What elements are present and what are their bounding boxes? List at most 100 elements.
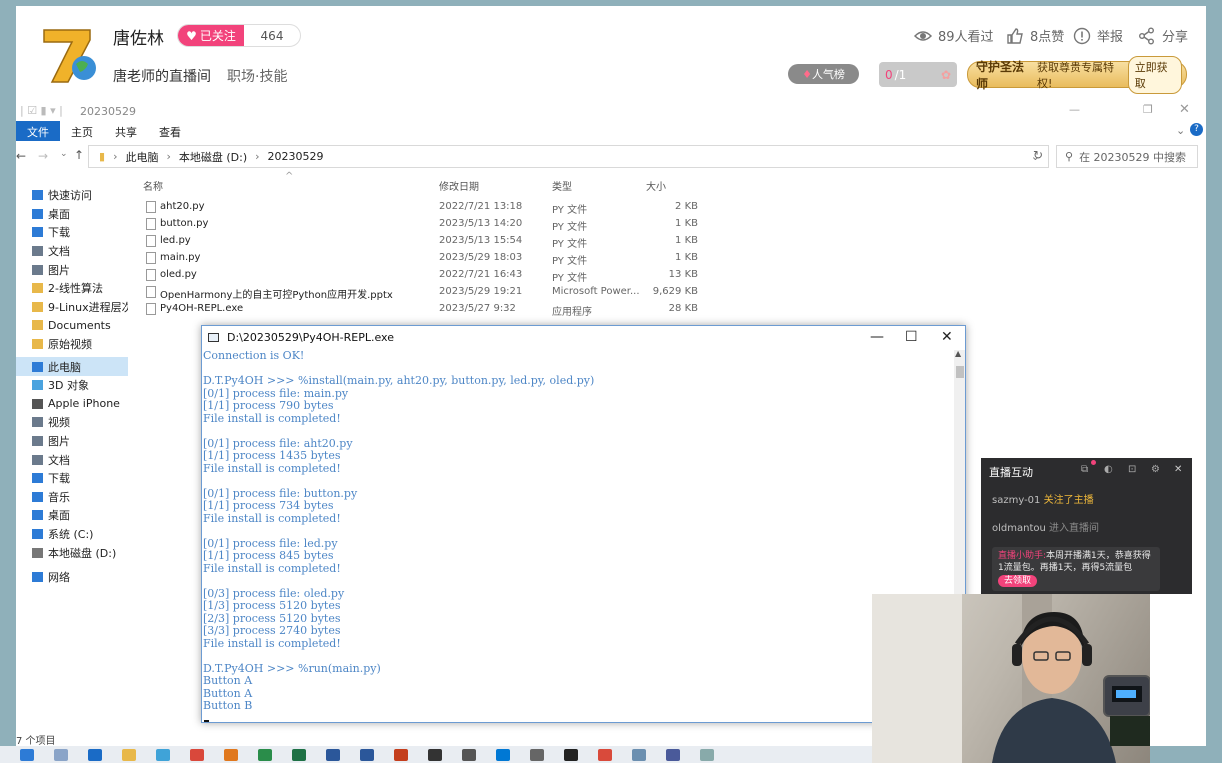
lock-icon[interactable]: ⊡ <box>1128 464 1136 475</box>
sidebar-item[interactable]: 原始视频 <box>16 335 128 354</box>
help-icon[interactable]: ? <box>1190 123 1203 136</box>
word-icon[interactable] <box>326 748 340 761</box>
quick-access-toolbar[interactable]: | ☑ ▮ ▾ | <box>20 104 63 117</box>
breadcrumb-drive[interactable]: 本地磁盘 (D:) <box>179 149 247 165</box>
close-button[interactable]: ✕ <box>1179 102 1190 117</box>
document-icon <box>32 454 43 465</box>
up-icon[interactable]: ↑ <box>74 148 84 162</box>
sidebar-item[interactable]: 图片 <box>16 432 128 451</box>
sound-icon[interactable]: ◐ <box>1104 464 1113 475</box>
tab-home[interactable]: 主页 <box>60 121 104 141</box>
file-row[interactable]: aht20.py 2022/7/21 13:18 PY 文件 2 KB <box>143 199 703 216</box>
tab-file[interactable]: 文件 <box>16 121 60 141</box>
sidebar-item[interactable]: 快速访问 <box>16 186 128 205</box>
popout-icon[interactable]: ⧉ <box>1081 464 1088 475</box>
follow-button[interactable]: ♥ 已关注 <box>178 25 244 46</box>
report-button[interactable]: 举报 <box>1073 26 1123 45</box>
refresh-icon[interactable]: ↻ <box>1033 148 1043 162</box>
sidebar-item[interactable]: 文档 <box>16 242 128 261</box>
claim-button[interactable]: 去领取 <box>998 575 1038 587</box>
file-row[interactable]: oled.py 2022/7/21 16:43 PY 文件 13 KB <box>143 267 703 284</box>
file-row[interactable]: button.py 2023/5/13 14:20 PY 文件 1 KB <box>143 216 703 233</box>
sidebar-item[interactable]: 视频 <box>16 413 128 432</box>
edge-icon[interactable] <box>88 748 102 761</box>
browser-icon[interactable] <box>156 748 170 761</box>
app-icon[interactable] <box>666 748 680 761</box>
terminal-icon[interactable] <box>462 748 476 761</box>
word-icon[interactable] <box>360 748 374 761</box>
sidebar-item[interactable]: 桌面 <box>16 205 128 224</box>
console-minimize-button[interactable]: — <box>870 329 884 345</box>
chrome-icon[interactable] <box>190 748 204 761</box>
console-maximize-button[interactable]: ☐ <box>905 329 918 345</box>
sidebar-item[interactable]: 桌面 <box>16 506 128 525</box>
minimize-button[interactable]: — <box>1069 103 1080 116</box>
column-type[interactable]: 类型 <box>552 178 572 193</box>
file-row[interactable]: led.py 2023/5/13 15:54 PY 文件 1 KB <box>143 233 703 250</box>
panel-close-icon[interactable]: ✕ <box>1174 464 1182 475</box>
firefox-icon[interactable] <box>224 748 238 761</box>
file-explorer-icon[interactable] <box>122 748 136 761</box>
sidebar-item[interactable]: 下载 <box>16 469 128 488</box>
popularity-badge[interactable]: ♦ 人气榜 <box>788 64 859 84</box>
column-name[interactable]: 名称 <box>143 178 163 193</box>
file-row[interactable]: main.py 2023/5/29 18:03 PY 文件 1 KB <box>143 250 703 267</box>
app-icon[interactable] <box>598 748 612 761</box>
app-icon[interactable] <box>428 748 442 761</box>
forward-icon[interactable]: → <box>38 149 48 163</box>
follow-control[interactable]: ♥ 已关注 464 <box>177 24 301 47</box>
file-row[interactable]: OpenHarmony上的自主可控Python应用开发.pptx 2023/5/2… <box>143 284 703 301</box>
console-taskbar-icon[interactable] <box>700 748 714 761</box>
app-icon[interactable] <box>632 748 646 761</box>
settings-icon[interactable]: ⚙ <box>1151 464 1160 475</box>
console-close-button[interactable]: ✕ <box>941 329 953 345</box>
sidebar-item[interactable]: 2-线性算法 <box>16 279 128 298</box>
excel-icon[interactable] <box>292 748 306 761</box>
sidebar-item[interactable]: 音乐 <box>16 488 128 507</box>
sidebar-item[interactable]: 系统 (C:) <box>16 525 128 544</box>
share-button[interactable]: 分享 <box>1138 26 1188 45</box>
powerpoint-icon[interactable] <box>394 748 408 761</box>
chat-user[interactable]: oldmantou <box>992 523 1046 534</box>
sidebar-item[interactable]: 9-Linux进程层次分 <box>16 298 128 317</box>
streamer-avatar[interactable] <box>38 24 100 86</box>
sidebar-item[interactable]: 此电脑 <box>16 357 128 376</box>
tab-view[interactable]: 查看 <box>148 121 192 141</box>
scroll-up-icon[interactable]: ▲ <box>955 349 961 358</box>
sidebar-item[interactable]: 网络 <box>16 568 128 587</box>
file-row[interactable]: Py4OH-REPL.exe 2023/5/27 9:32 应用程序 28 KB <box>143 301 703 318</box>
tab-share[interactable]: 共享 <box>104 121 148 141</box>
app-icon[interactable] <box>564 748 578 761</box>
search-input[interactable]: ⚲ 在 20230529 中搜索 <box>1056 145 1198 168</box>
guard-get-button[interactable]: 立即获取 <box>1127 55 1182 94</box>
start-icon[interactable] <box>20 748 34 761</box>
gift-counter[interactable]: 0 /1 ✿ <box>879 62 957 87</box>
sidebar-item[interactable]: Documents <box>16 316 128 335</box>
streamer-name[interactable]: 唐佐林 <box>113 24 164 49</box>
room-category[interactable]: 职场·技能 <box>227 66 287 86</box>
chat-user[interactable]: sazmy-01 <box>992 495 1040 506</box>
recent-locations-icon[interactable]: ⌄ <box>60 149 68 159</box>
settings-icon[interactable] <box>530 748 544 761</box>
address-bar[interactable]: ▮ › 此电脑 › 本地磁盘 (D:) › 20230529 ⌄ <box>88 145 1049 168</box>
sidebar-item[interactable]: Apple iPhone <box>16 395 128 414</box>
maximize-button[interactable]: ❐ <box>1143 103 1153 116</box>
column-size[interactable]: 大小 <box>646 178 666 193</box>
breadcrumb-folder[interactable]: 20230529 <box>268 150 324 163</box>
vscode-icon[interactable] <box>496 748 510 761</box>
breadcrumb-this-pc[interactable]: 此电脑 <box>125 149 158 165</box>
app-icon[interactable] <box>258 748 272 761</box>
sidebar-item[interactable]: 本地磁盘 (D:) <box>16 543 128 562</box>
console-output[interactable]: Connection is OK! D.T.Py4OH >>> %install(… <box>202 350 954 722</box>
sidebar-item[interactable]: 图片 <box>16 260 128 279</box>
sidebar-item[interactable]: 下载 <box>16 223 128 242</box>
sidebar-item[interactable]: 3D 对象 <box>16 376 128 395</box>
column-date[interactable]: 修改日期 <box>439 178 479 193</box>
sidebar-item[interactable]: 文档 <box>16 450 128 469</box>
guard-banner[interactable]: 守护圣法师 获取尊贵专属特权! 立即获取 <box>967 55 1187 94</box>
ribbon-expand-icon[interactable]: ⌄ <box>1176 124 1185 137</box>
back-icon[interactable]: ← <box>16 149 26 163</box>
console-scroll-thumb[interactable] <box>956 366 964 378</box>
task-view-icon[interactable] <box>54 748 68 761</box>
like-button[interactable]: 8点赞 <box>1006 26 1064 45</box>
